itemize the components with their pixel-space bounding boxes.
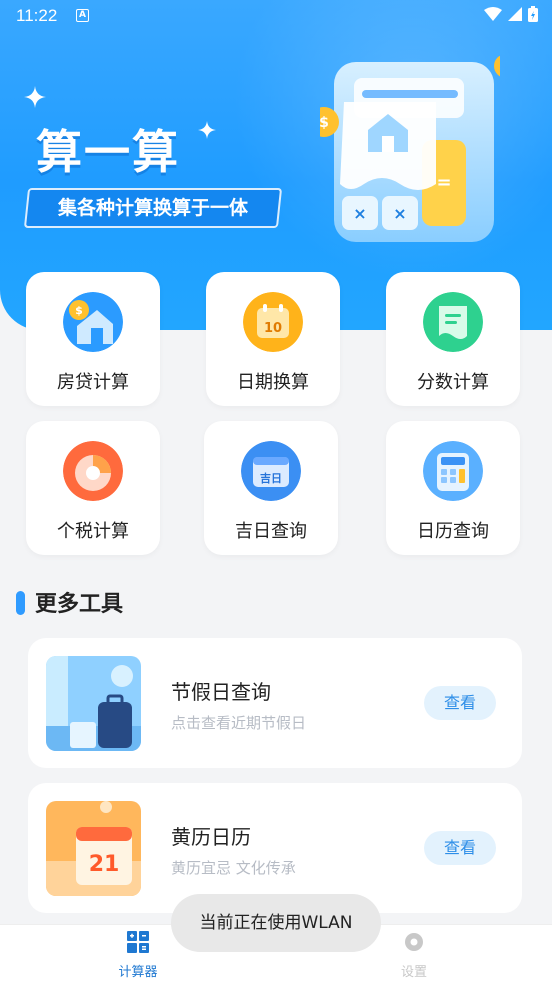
wifi-icon	[484, 7, 502, 21]
card-calendar[interactable]: 日历查询	[386, 421, 520, 555]
tab-label: 计算器	[118, 965, 158, 980]
banner-title: 算一算	[36, 125, 180, 179]
battery-icon	[528, 6, 538, 22]
tool-name: 黄历日历	[171, 825, 251, 849]
signal-icon	[508, 7, 522, 21]
card-label: 分数计算	[417, 372, 489, 393]
banner-subtitle: 集各种计算换算于一体	[23, 188, 283, 228]
tool-card-holiday[interactable]: 节假日查询 点击查看近期节假日 查看	[28, 638, 522, 768]
calculator-icon	[423, 441, 483, 501]
card-label: 日历查询	[417, 521, 489, 542]
status-time: 11:22	[16, 6, 58, 25]
calculator-tab-icon	[127, 931, 149, 953]
tab-calculator[interactable]: 计算器	[98, 931, 178, 980]
sparkle-icon	[198, 121, 216, 139]
status-icons	[484, 6, 538, 22]
almanac-calendar-icon: 21	[46, 801, 141, 896]
card-mortgage[interactable]: $ 房贷计算	[26, 272, 160, 406]
tool-desc: 黄历宜忌 文化传承	[171, 859, 296, 877]
section-title: 更多工具	[16, 586, 123, 618]
tool-desc: 点击查看近期节假日	[171, 714, 307, 732]
pie-chart-icon	[63, 441, 123, 501]
card-fraction[interactable]: 分数计算	[386, 272, 520, 406]
svg-text:×: ×	[393, 204, 406, 223]
section-bar	[16, 591, 25, 615]
card-label: 吉日查询	[235, 521, 307, 542]
card-lucky-day[interactable]: 吉日 吉日查询	[204, 421, 338, 555]
svg-text:$: $	[320, 115, 329, 131]
tab-settings[interactable]: 设置	[374, 931, 454, 980]
lucky-day-text: 吉日	[260, 471, 282, 485]
svg-text:$: $	[75, 304, 83, 317]
sparkle-icon	[24, 86, 46, 108]
tool-name: 节假日查询	[171, 680, 271, 704]
card-label: 日期换算	[237, 372, 309, 393]
house-loan-icon: $	[63, 292, 123, 352]
gear-icon	[405, 933, 423, 951]
almanac-day-number: 21	[89, 852, 120, 877]
toast: 当前正在使用WLAN	[171, 894, 381, 952]
card-label: 房贷计算	[57, 372, 129, 393]
card-label: 个税计算	[57, 521, 129, 542]
svg-text:=: =	[436, 172, 451, 193]
card-date-convert[interactable]: 10 日期换算	[206, 272, 340, 406]
view-button[interactable]: 查看	[424, 831, 496, 865]
view-button[interactable]: 查看	[424, 686, 496, 720]
svg-text:×: ×	[353, 204, 366, 223]
tab-label: 设置	[400, 965, 427, 980]
calculator-illustration-icon: = × × $	[320, 56, 500, 242]
receipt-icon	[423, 292, 483, 352]
suitcase-icon	[46, 656, 141, 751]
notification-a-icon: A	[76, 9, 89, 22]
calendar-date-icon: 10	[243, 292, 303, 352]
lucky-day-calendar-icon: 吉日	[241, 441, 301, 501]
card-income-tax[interactable]: 个税计算	[26, 421, 160, 555]
calendar-day-number: 10	[264, 321, 282, 336]
status-bar: 11:22 A	[0, 0, 552, 32]
